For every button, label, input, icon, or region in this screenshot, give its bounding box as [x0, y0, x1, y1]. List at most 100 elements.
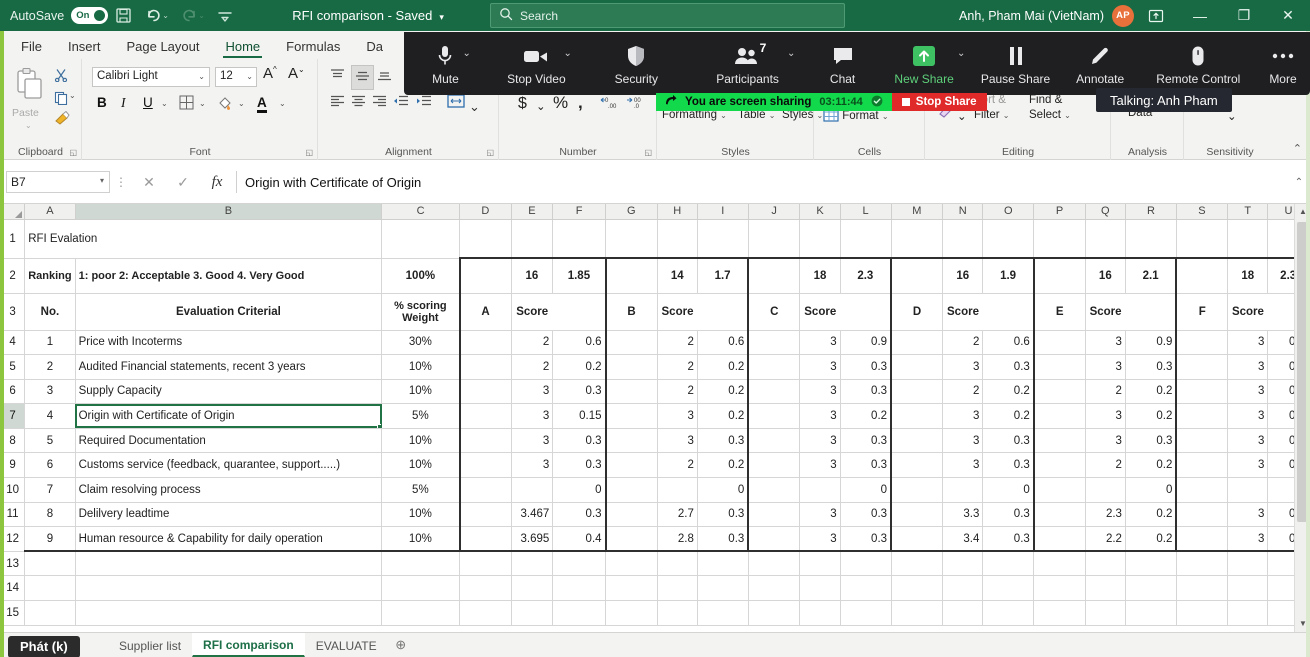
cell-C4-weight[interactable]: 30%: [382, 330, 460, 355]
cell-E14[interactable]: [511, 576, 553, 601]
cell-Q14[interactable]: [1085, 576, 1125, 601]
row-header-10[interactable]: 10: [1, 478, 25, 503]
cell-M15[interactable]: [891, 601, 943, 626]
row-header-4[interactable]: 4: [1, 330, 25, 355]
confirm-entry-icon[interactable]: ✓: [166, 174, 200, 191]
cell-K6[interactable]: 3: [800, 379, 840, 404]
cell-J6[interactable]: [748, 379, 800, 404]
row-header-15[interactable]: 15: [1, 601, 25, 626]
cell-I13[interactable]: [697, 551, 748, 576]
cell-N7[interactable]: 3: [943, 404, 983, 429]
cell-N9[interactable]: 3: [943, 453, 983, 478]
cell-Q3-score-e[interactable]: Score: [1085, 293, 1125, 330]
cell-C13[interactable]: [382, 551, 460, 576]
cell-F4[interactable]: 0.6: [553, 330, 606, 355]
shield-check-icon[interactable]: [871, 95, 883, 110]
zoom-pause-share-button[interactable]: Pause Share: [971, 32, 1059, 95]
cell-Q4[interactable]: 3: [1085, 330, 1125, 355]
cell-S14[interactable]: [1176, 576, 1227, 601]
cell-P4[interactable]: [1034, 330, 1085, 355]
column-header-Q[interactable]: Q: [1085, 204, 1125, 219]
row-header-6[interactable]: 6: [1, 379, 25, 404]
cell-S12[interactable]: [1176, 527, 1227, 552]
cell-C12-weight[interactable]: 10%: [382, 527, 460, 552]
cell-K14[interactable]: [800, 576, 840, 601]
formula-bar-handle[interactable]: ⋮: [110, 175, 132, 189]
cell-G2[interactable]: [606, 258, 658, 293]
cell-E8[interactable]: 3: [511, 428, 553, 453]
cell-L4[interactable]: 0.9: [840, 330, 891, 355]
cell-N15[interactable]: [943, 601, 983, 626]
cell-R13[interactable]: [1125, 551, 1176, 576]
column-header-E[interactable]: E: [511, 204, 553, 219]
cell-O3-score-d-cont[interactable]: [983, 293, 1034, 330]
cell-P10[interactable]: [1034, 478, 1085, 503]
cell-L9[interactable]: 0.3: [840, 453, 891, 478]
cell-Q1[interactable]: [1085, 219, 1125, 258]
cell-R14[interactable]: [1125, 576, 1176, 601]
cell-Q5[interactable]: 3: [1085, 355, 1125, 380]
cell-N14[interactable]: [943, 576, 983, 601]
cell-I8[interactable]: 0.3: [697, 428, 748, 453]
cell-B4-criteria[interactable]: Price with Incoterms: [75, 330, 382, 355]
decrease-font-size-icon[interactable]: A⌄: [288, 65, 305, 82]
format-as-table-caret[interactable]: ⌄: [769, 111, 776, 120]
cell-G14[interactable]: [606, 576, 658, 601]
cell-G10[interactable]: [606, 478, 658, 503]
cell-F3-score-a-cont[interactable]: [553, 293, 606, 330]
cell-J14[interactable]: [748, 576, 800, 601]
cell-G1[interactable]: [606, 219, 658, 258]
zoom-new-share-button[interactable]: New Share ⌄: [877, 32, 972, 95]
cell-C2-total-weight[interactable]: 100%: [382, 258, 460, 293]
name-box[interactable]: B7 ▾: [6, 171, 110, 193]
borders-icon[interactable]: [179, 95, 194, 113]
cell-F14[interactable]: [553, 576, 606, 601]
cell-F7[interactable]: 0.15: [553, 404, 606, 429]
cell-A7-no[interactable]: 4: [25, 404, 75, 429]
cell-I3-score-b-cont[interactable]: [697, 293, 748, 330]
cell-Q7[interactable]: 3: [1085, 404, 1125, 429]
new-share-chevron-down-icon[interactable]: ⌄: [957, 48, 965, 59]
cell-A11-no[interactable]: 8: [25, 502, 75, 527]
cell-R12[interactable]: 0.2: [1125, 527, 1176, 552]
cell-M3-supplier-d[interactable]: D: [891, 293, 943, 330]
cell-C14[interactable]: [382, 576, 460, 601]
cell-S15[interactable]: [1176, 601, 1227, 626]
document-title-caret[interactable]: ▾: [439, 12, 444, 22]
column-header-H[interactable]: H: [657, 204, 697, 219]
cell-S1[interactable]: [1176, 219, 1227, 258]
cell-P5[interactable]: [1034, 355, 1085, 380]
column-header-D[interactable]: D: [460, 204, 512, 219]
cell-J4[interactable]: [748, 330, 800, 355]
cell-C7-weight[interactable]: 5%: [382, 404, 460, 429]
cell-E4[interactable]: 2: [511, 330, 553, 355]
avatar[interactable]: AP: [1112, 5, 1134, 27]
column-header-A[interactable]: A: [25, 204, 75, 219]
accounting-format-icon[interactable]: $: [518, 95, 527, 113]
cell-M5[interactable]: [891, 355, 943, 380]
save-icon[interactable]: [108, 3, 138, 29]
cell-R7[interactable]: 0.2: [1125, 404, 1176, 429]
row-header-9[interactable]: 9: [1, 453, 25, 478]
cell-S10[interactable]: [1176, 478, 1227, 503]
cell-N10[interactable]: [943, 478, 983, 503]
close-button[interactable]: ✕: [1266, 0, 1310, 31]
scissors-icon[interactable]: [54, 68, 68, 85]
cell-G3-supplier-b[interactable]: B: [606, 293, 658, 330]
cell-C8-weight[interactable]: 10%: [382, 428, 460, 453]
clear-caret[interactable]: ⌄: [957, 109, 967, 123]
cell-B6-criteria[interactable]: Supply Capacity: [75, 379, 382, 404]
cell-L13[interactable]: [840, 551, 891, 576]
cell-E11[interactable]: 3.467: [511, 502, 553, 527]
cell-A15[interactable]: [25, 601, 75, 626]
tab-formulas[interactable]: Formulas: [273, 36, 353, 59]
cell-M7[interactable]: [891, 404, 943, 429]
cell-K15[interactable]: [800, 601, 840, 626]
cell-S4[interactable]: [1176, 330, 1227, 355]
cell-T8[interactable]: 3: [1228, 428, 1268, 453]
cell-E7[interactable]: 3: [511, 404, 553, 429]
cell-H5[interactable]: 2: [657, 355, 697, 380]
cell-A3-header-no[interactable]: No.: [25, 293, 75, 330]
cell-C11-weight[interactable]: 10%: [382, 502, 460, 527]
column-header-N[interactable]: N: [943, 204, 983, 219]
